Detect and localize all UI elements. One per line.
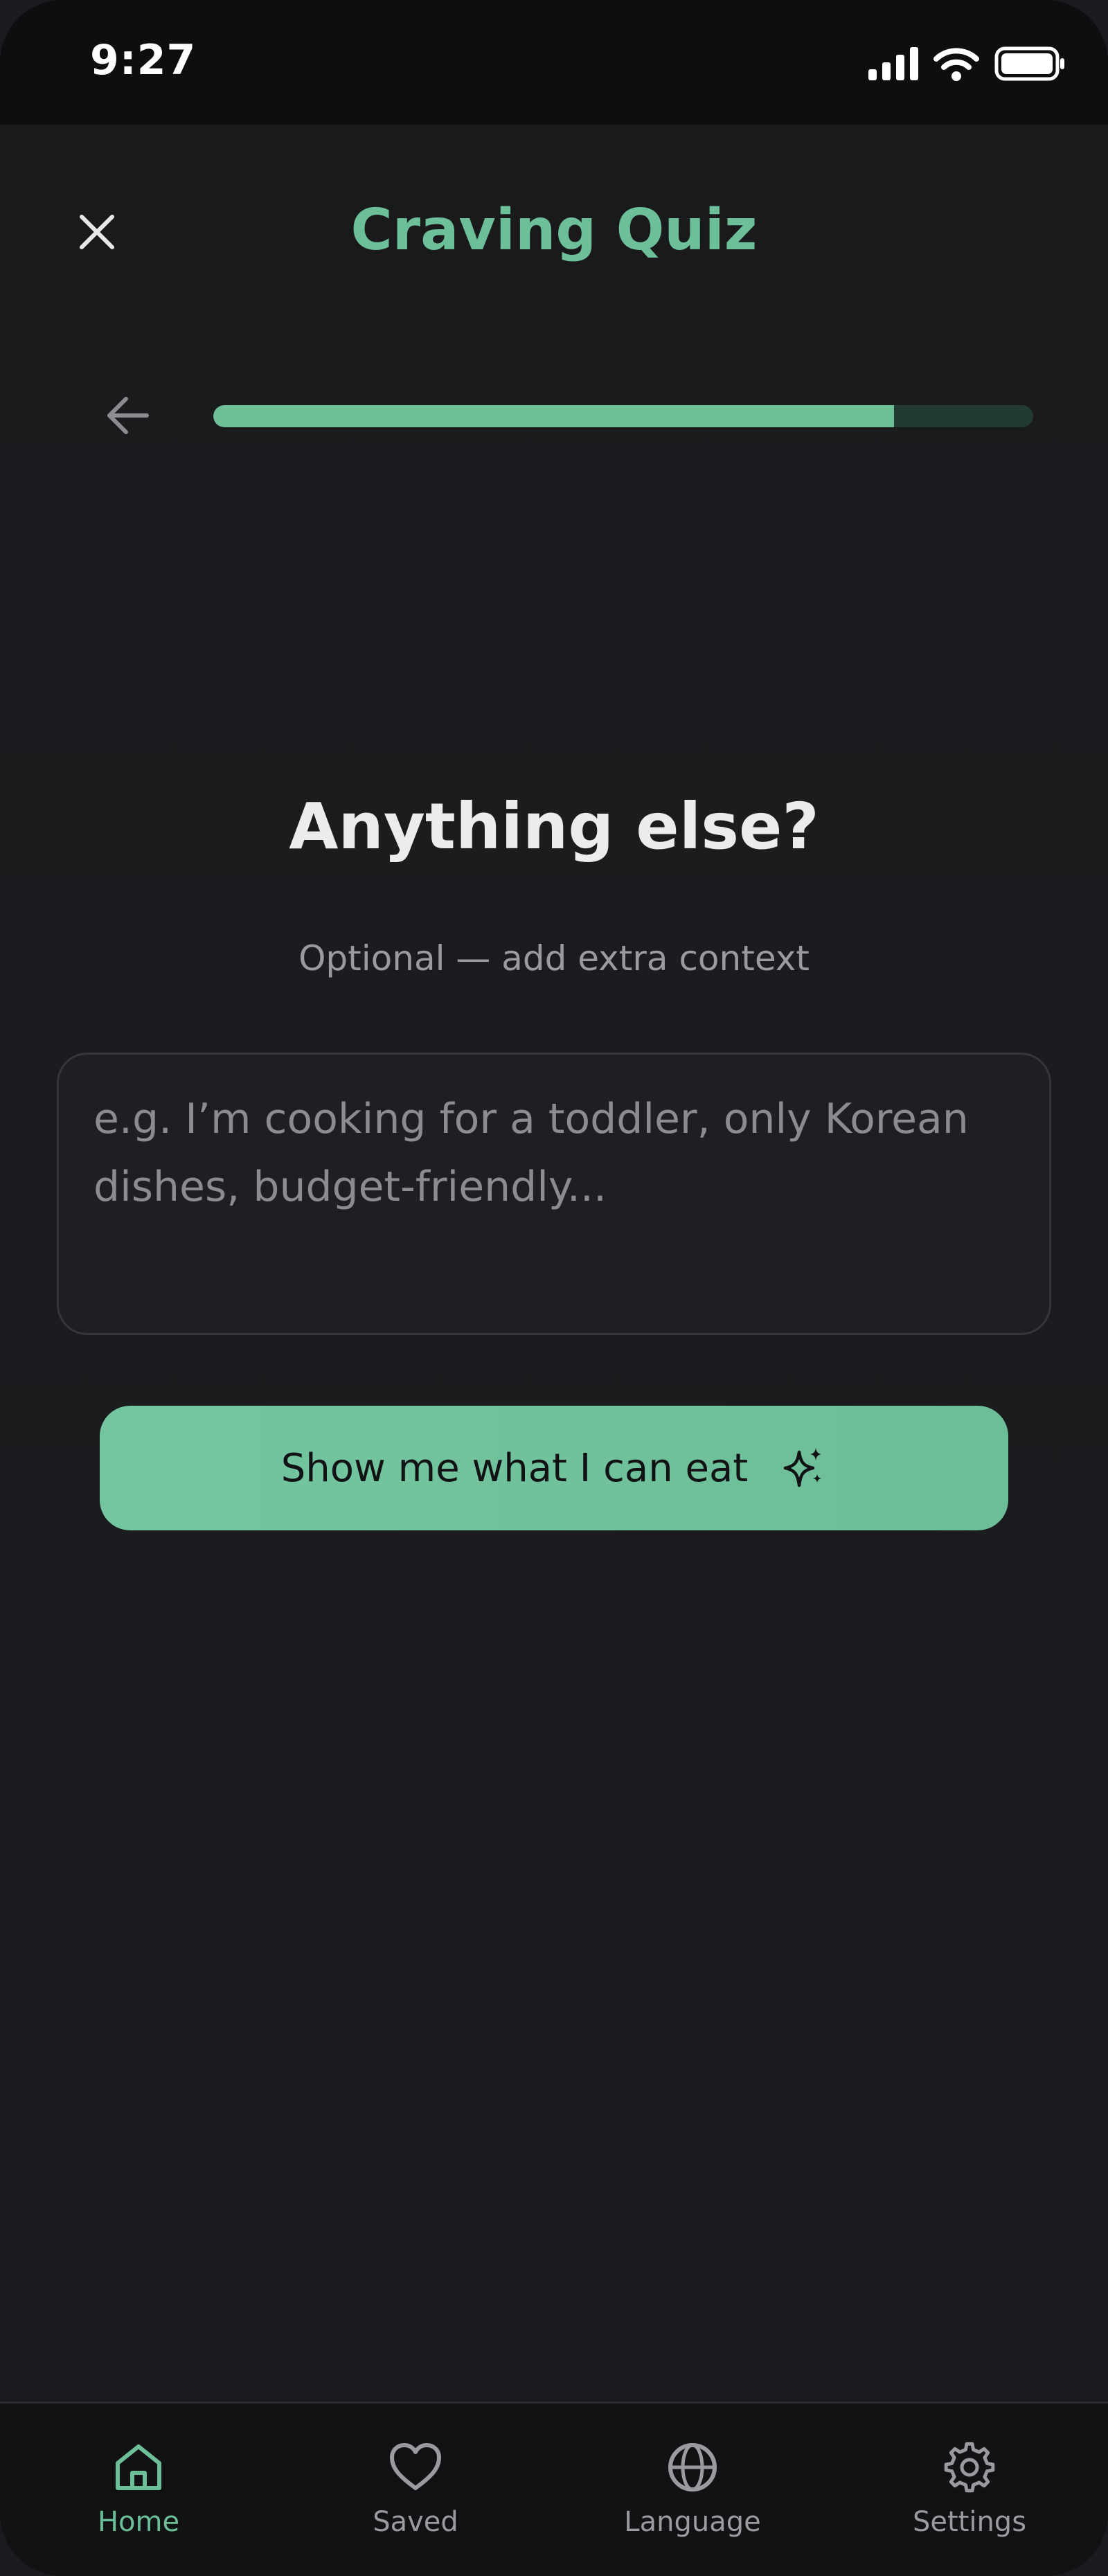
status-icons [868,43,1066,84]
home-icon [116,2444,161,2490]
globe-icon [668,2443,717,2492]
nav-label-saved: Saved [373,2506,458,2538]
question-subtitle: Optional — add extra context [298,938,810,978]
extra-context-input[interactable] [57,1053,1051,1335]
page-title: Craving Quiz [350,197,758,263]
app-screen: 9:27 Craving Quiz Anything else? Optiona… [0,0,1108,2576]
nav-item-language[interactable]: Language [589,2438,796,2538]
question-title: Anything else? [289,789,819,864]
status-time: 9:27 [90,36,197,84]
nav-item-saved[interactable]: Saved [312,2438,519,2538]
nav-item-settings[interactable]: Settings [866,2438,1073,2538]
status-bar: 9:27 [0,0,1108,125]
arrow-left-icon [107,397,149,434]
quiz-progress-bar [213,405,1033,427]
heart-icon [390,2443,441,2490]
nav-label-home: Home [97,2506,180,2538]
gear-icon [944,2442,995,2493]
nav-label-settings: Settings [912,2506,1027,2538]
nav-label-language: Language [624,2506,761,2538]
wifi-icon [933,48,979,81]
show-results-button[interactable]: Show me what I can eat [100,1406,1008,1530]
nav-item-home[interactable]: Home [35,2438,242,2538]
quiz-progress-fill [213,405,894,427]
sparkles-icon [784,1448,822,1487]
bottom-navigation: Home Saved Language Settings [0,2401,1108,2576]
back-button[interactable] [97,388,159,443]
show-results-label: Show me what I can eat [280,1445,749,1491]
cellular-signal-icon [868,47,918,80]
gear-outline [944,2442,995,2493]
battery-icon [994,46,1064,81]
